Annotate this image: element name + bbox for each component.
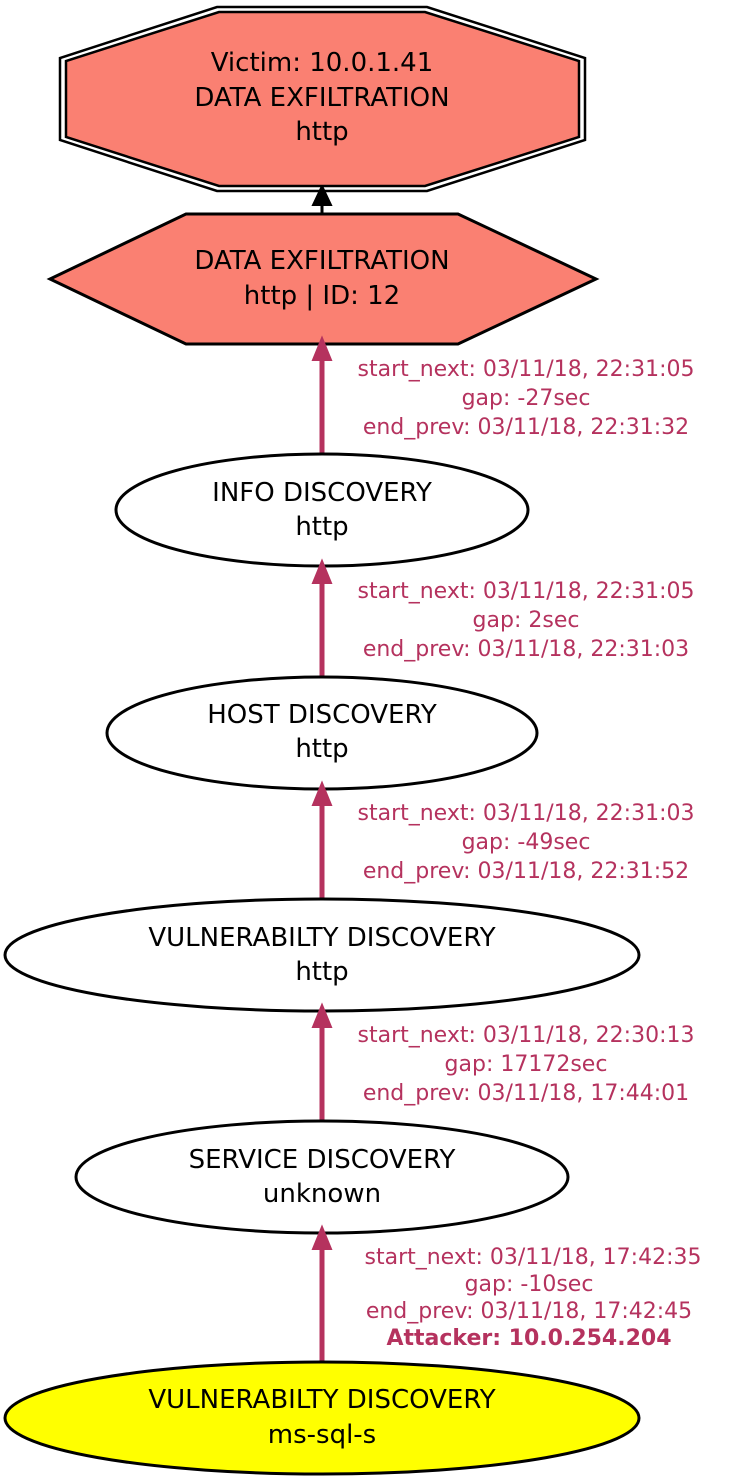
service-service: unknown — [263, 1179, 381, 1209]
vuln-label: VULNERABILTY DISCOVERY — [148, 923, 495, 953]
attacker-node-label: VULNERABILTY DISCOVERY — [148, 1385, 495, 1415]
edge-label-start: start_next: 03/11/18, 17:42:35 — [365, 1245, 702, 1270]
edge-info-to-exfil: start_next: 03/11/18, 22:31:05 gap: -27s… — [311, 335, 695, 454]
edge-label-gap: gap: -10sec — [465, 1272, 594, 1297]
edge-host-to-info: start_next: 03/11/18, 22:31:05 gap: 2sec… — [311, 558, 695, 677]
edge-label-gap: gap: -49sec — [462, 830, 591, 855]
edge-label-end: end_prev: 03/11/18, 22:31:32 — [363, 415, 689, 440]
service-label: SERVICE DISCOVERY — [189, 1145, 456, 1175]
exfil-id: http | ID: 12 — [244, 281, 400, 311]
edge-label-gap: gap: 2sec — [473, 608, 580, 633]
host-label: HOST DISCOVERY — [207, 700, 437, 730]
host-service: http — [295, 734, 348, 764]
attacker-node: VULNERABILTY DISCOVERY ms-sql-s — [3, 1360, 641, 1476]
edge-label-start: start_next: 03/11/18, 22:31:03 — [358, 801, 695, 826]
info-service: http — [295, 512, 348, 542]
edge-label-end: end_prev: 03/11/18, 22:31:03 — [363, 637, 689, 662]
edge-label-end: end_prev: 03/11/18, 17:42:45 — [366, 1299, 692, 1324]
edge-label-end: end_prev: 03/11/18, 22:31:52 — [363, 859, 689, 884]
edge-label-end: end_prev: 03/11/18, 17:44:01 — [363, 1081, 689, 1106]
vulnerability-discovery-node: VULNERABILTY DISCOVERY http — [3, 897, 641, 1013]
edge-label-gap: gap: 17172sec — [445, 1052, 608, 1077]
edge-attacker-to-service: start_next: 03/11/18, 17:42:35 gap: -10s… — [311, 1224, 702, 1362]
exfil-node: DATA EXFILTRATION http | ID: 12 — [46, 212, 600, 346]
victim-label: Victim: 10.0.1.41 — [211, 48, 434, 78]
host-discovery-node: HOST DISCOVERY http — [105, 675, 539, 791]
edge-label-start: start_next: 03/11/18, 22:31:05 — [358, 579, 695, 604]
edge-service-to-vuln: start_next: 03/11/18, 22:30:13 gap: 1717… — [311, 1002, 695, 1121]
exfil-label: DATA EXFILTRATION — [194, 246, 449, 276]
service-discovery-node: SERVICE DISCOVERY unknown — [74, 1119, 570, 1235]
edge-vuln-to-host: start_next: 03/11/18, 22:31:03 gap: -49s… — [311, 780, 695, 899]
edge-label-gap: gap: -27sec — [462, 386, 591, 411]
attacker-node-service: ms-sql-s — [268, 1420, 376, 1450]
attack-graph: Victim: 10.0.1.41 DATA EXFILTRATION http… — [3, 5, 702, 1476]
edge-label-start: start_next: 03/11/18, 22:31:05 — [358, 357, 695, 382]
info-discovery-node: INFO DISCOVERY http — [114, 452, 530, 568]
victim-service: http — [295, 117, 348, 147]
edge-label-start: start_next: 03/11/18, 22:30:13 — [358, 1023, 695, 1048]
victim-node: Victim: 10.0.1.41 DATA EXFILTRATION http — [58, 5, 587, 193]
vuln-service: http — [295, 957, 348, 987]
info-label: INFO DISCOVERY — [212, 478, 432, 508]
victim-type: DATA EXFILTRATION — [194, 83, 449, 113]
attacker-label: Attacker: 10.0.254.204 — [386, 1326, 671, 1351]
